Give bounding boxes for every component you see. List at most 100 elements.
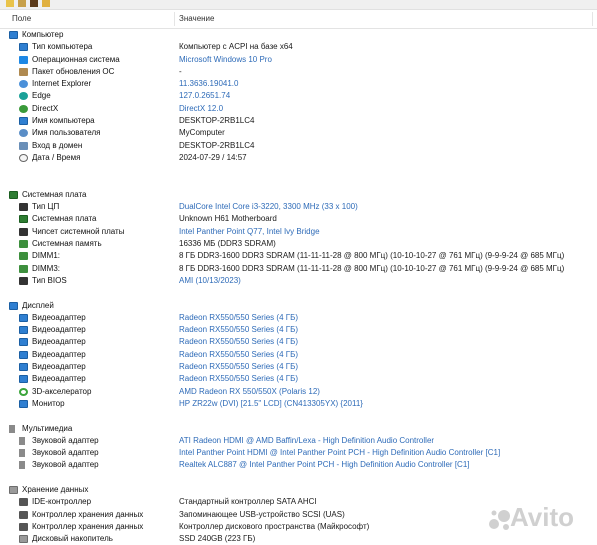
property-row[interactable]: Звуковой адаптер Intel Panther Point HDMI… [0,447,597,459]
value-link[interactable]: Realtek ALC887 @ Intel Panther Point PCH… [179,459,470,471]
field-label: DIMM1: [32,251,60,261]
section-row[interactable]: Дисплей [0,300,597,312]
value-link[interactable]: Radeon RX550/550 Series (4 ГБ) [179,312,298,324]
field-label: Видеоадаптер [32,325,86,335]
toolbar-icon[interactable] [42,0,50,7]
property-row[interactable]: Видеоадаптер Radeon RX550/550 Series (4 Г… [0,336,597,348]
chipset-icon [19,227,28,236]
property-row[interactable]: Edge 127.0.2651.74 [0,90,597,102]
property-row[interactable]: DIMM3: 8 ГБ DDR3-1600 DDR3 SDRAM (11-11-1… [0,263,597,275]
section-row[interactable]: Хранение данных [0,484,597,496]
cpu-icon [19,203,28,212]
property-row[interactable]: Пакет обновления ОС - [0,66,597,78]
value-link[interactable]: Radeon RX550/550 Series (4 ГБ) [179,349,298,361]
field-label: Звуковой адаптер [32,448,99,458]
value-link[interactable]: 127.0.2651.74 [179,90,230,102]
field-value: SSD 240GB (223 ГБ) [179,534,256,544]
property-row[interactable]: Тип BIOS AMI (10/13/2023) [0,275,597,287]
property-row[interactable]: DirectX DirectX 12.0 [0,103,597,115]
property-row[interactable]: Имя компьютера DESKTOP-2RB1LC4 [0,115,597,127]
toolbar-icon[interactable] [30,0,38,7]
row-spacer [0,410,597,422]
property-row[interactable]: Видеоадаптер Radeon RX550/550 Series (4 Г… [0,373,597,385]
value-link[interactable]: AMI (10/13/2023) [179,275,241,287]
field-label: Пакет обновления ОС [32,66,115,76]
field-label: Системная плата [32,214,97,224]
property-row[interactable]: Звуковой адаптер Realtek ALC887 @ Intel P… [0,459,597,471]
field-label: Тип BIOS [32,275,67,285]
field-value: DESKTOP-2RB1LC4 [179,140,255,150]
toolbar-icon[interactable] [6,0,14,7]
property-row[interactable]: Монитор HP ZR22w (DVI) [21.5" LCD] (CN413… [0,398,597,410]
3d-accelerator-icon [19,387,28,396]
value-link[interactable]: HP ZR22w (DVI) [21.5" LCD] (CN413305YX) … [179,398,363,410]
toolbar-icon[interactable] [18,0,26,7]
list-header: Поле Значение [0,10,597,29]
property-row[interactable]: Вход в домен DESKTOP-2RB1LC4 [0,140,597,152]
field-label: DirectX [32,103,59,113]
user-icon [19,129,28,138]
sound-adapter-icon [19,449,25,458]
computer-name-icon [19,117,28,126]
field-label: Операционная система [32,54,120,64]
property-row[interactable]: Звуковой адаптер ATI Radeon HDMI @ AMD Ba… [0,435,597,447]
display-icon [9,301,18,310]
property-row[interactable]: 3D-акселератор AMD Radeon RX 550/550X (Po… [0,386,597,398]
field-label: Дата / Время [32,152,81,162]
property-row[interactable]: Имя пользователя MyComputer [0,127,597,139]
column-divider[interactable] [592,12,593,26]
property-row[interactable]: Видеоадаптер Radeon RX550/550 Series (4 Г… [0,349,597,361]
field-label: 3D-акселератор [32,386,92,396]
section-row[interactable]: Компьютер [0,29,597,41]
field-value: Запоминающее USB-устройство SCSI (UAS) [179,509,345,519]
field-label: Звуковой адаптер [32,435,99,445]
value-link[interactable]: DualCore Intel Core i3-3220, 3300 MHz (3… [179,201,358,213]
property-row[interactable]: Системная плата Unknown H61 Motherboard [0,213,597,225]
field-value: 8 ГБ DDR3-1600 DDR3 SDRAM (11-11-11-28 @… [179,251,565,261]
section-row[interactable]: Системная плата [0,189,597,201]
property-row[interactable]: Операционная система Microsoft Windows 10… [0,54,597,66]
toolbar-strip [0,0,597,10]
value-link[interactable]: Radeon RX550/550 Series (4 ГБ) [179,324,298,336]
section-row[interactable]: Мультимедиа [0,423,597,435]
value-link[interactable]: Intel Panther Point Q77, Intel Ivy Bridg… [179,226,320,238]
value-link[interactable]: Radeon RX550/550 Series (4 ГБ) [179,336,298,348]
board-icon [19,215,28,224]
column-header-value[interactable]: Значение [179,10,214,28]
video-adapter-icon [19,326,28,335]
value-link[interactable]: AMD Radeon RX 550/550X (Polaris 12) [179,386,320,398]
column-header-field[interactable]: Поле [12,10,31,28]
monitor-icon [19,399,28,408]
field-value: MyComputer [179,128,225,138]
property-row[interactable]: Тип ЦП DualCore Intel Core i3-3220, 3300 … [0,201,597,213]
property-row[interactable]: DIMM1: 8 ГБ DDR3-1600 DDR3 SDRAM (11-11-1… [0,250,597,262]
value-link[interactable]: DirectX 12.0 [179,103,223,115]
property-row[interactable]: Системная память 16336 МБ (DDR3 SDRAM) [0,238,597,250]
value-link[interactable]: Radeon RX550/550 Series (4 ГБ) [179,361,298,373]
property-row[interactable]: Дата / Время 2024-07-29 / 14:57 [0,152,597,164]
value-link[interactable]: Microsoft Windows 10 Pro [179,54,272,66]
value-link[interactable]: 11.3636.19041.0 [179,78,238,90]
property-row[interactable]: Видеоадаптер Radeon RX550/550 Series (4 Г… [0,312,597,324]
section-label: Системная плата [22,189,87,199]
column-divider[interactable] [174,12,175,26]
property-row[interactable]: Видеоадаптер Radeon RX550/550 Series (4 Г… [0,361,597,373]
value-link[interactable]: ATI Radeon HDMI @ AMD Baffin/Lexa - High… [179,435,434,447]
property-row[interactable]: Тип компьютера Компьютер с ACPI на базе x… [0,41,597,53]
computer-icon [9,31,18,39]
watermark-logo-icon [489,510,510,530]
directx-icon [19,104,28,113]
clock-icon [19,153,28,162]
storage-controller-icon [19,522,28,531]
dimm-icon [19,264,28,273]
field-label: Имя пользователя [32,128,101,138]
watermark: Avito [488,496,593,536]
field-label: Тип ЦП [32,202,60,212]
value-link[interactable]: Radeon RX550/550 Series (4 ГБ) [179,373,298,385]
property-row[interactable]: Видеоадаптер Radeon RX550/550 Series (4 Г… [0,324,597,336]
value-link[interactable]: Intel Panther Point HDMI @ Intel Panther… [179,447,500,459]
property-row[interactable]: Чипсет системной платы Intel Panther Poin… [0,226,597,238]
bios-icon [19,276,28,285]
internet-explorer-icon [19,80,28,89]
property-row[interactable]: Internet Explorer 11.3636.19041.0 [0,78,597,90]
